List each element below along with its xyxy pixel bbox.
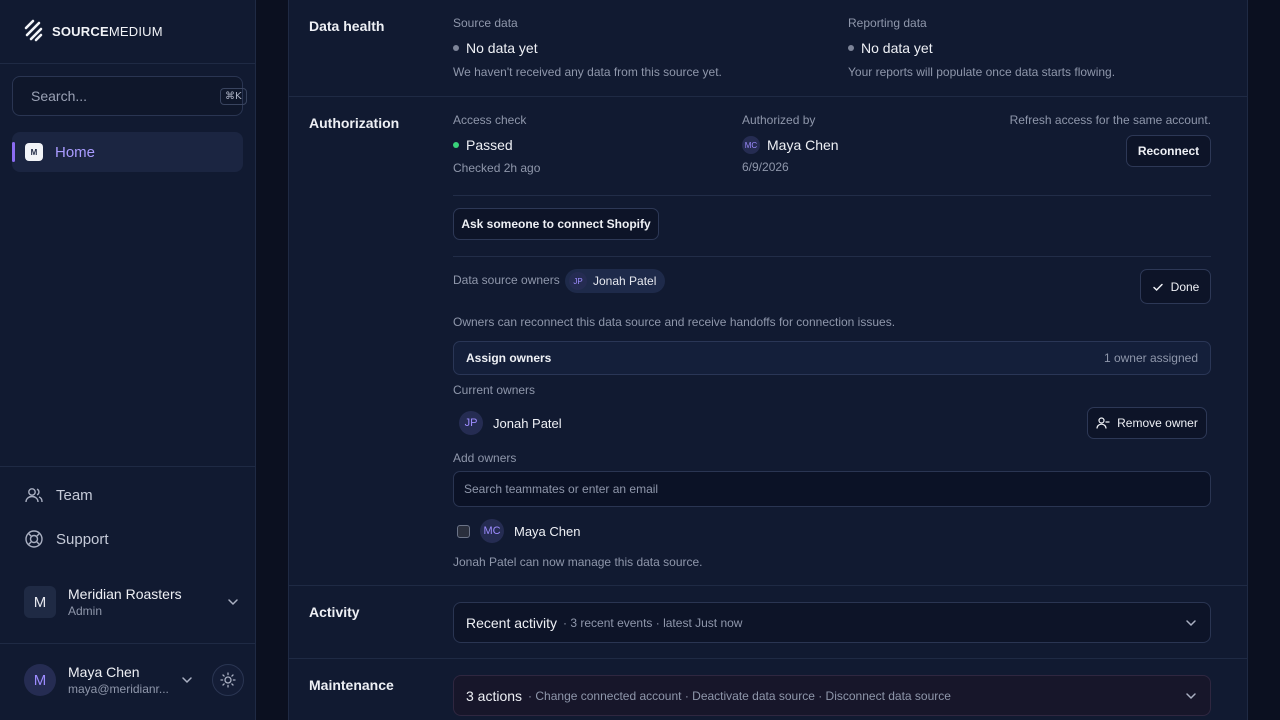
user-minus-icon: [1096, 417, 1110, 429]
user-name: Maya Chen: [68, 664, 140, 680]
sidebar-item-label: Team: [56, 486, 93, 504]
owner-chip[interactable]: JP Jonah Patel: [565, 269, 666, 293]
done-button[interactable]: Done: [1140, 269, 1211, 304]
section-divider: [288, 585, 1248, 586]
chevron-down-icon: [1186, 619, 1196, 626]
owners-label: Data source owners: [453, 273, 560, 287]
avatar: M: [24, 664, 56, 696]
sidebar-divider: [0, 466, 256, 467]
status-dot: [848, 45, 854, 51]
authorized-by-label: Authorized by: [742, 113, 816, 127]
org-role: Admin: [68, 604, 103, 618]
maintenance-actions-title: 3 actions: [466, 687, 523, 704]
access-check-note: Checked 2h ago: [453, 161, 541, 175]
add-owners-label: Add owners: [453, 451, 517, 465]
avatar: MC: [742, 136, 760, 154]
avatar: MC: [480, 519, 504, 543]
authorized-by-user: MC Maya Chen: [742, 136, 839, 154]
search-box[interactable]: ⌘K: [12, 76, 247, 116]
divider: [453, 256, 1211, 257]
sidebar-item-home[interactable]: M Home: [12, 132, 243, 172]
user-menu[interactable]: M Maya Chen maya@meridianr...: [24, 664, 244, 696]
brand-logo[interactable]: SOURCEMEDIUM: [24, 19, 163, 43]
sun-icon: [220, 672, 236, 688]
owner-chip-name: Jonah Patel: [593, 274, 657, 288]
sidebar-item-support[interactable]: Support: [24, 529, 109, 549]
source-data-label: Source data: [453, 16, 518, 30]
search-input[interactable]: [31, 88, 212, 104]
chevron-down-icon: [228, 599, 238, 606]
reconnect-button[interactable]: Reconnect: [1126, 135, 1211, 167]
reporting-data-status: No data yet: [848, 40, 933, 56]
support-icon: [25, 530, 43, 548]
maintenance-actions-summary: · Change connected account · Deactivate …: [528, 688, 951, 703]
sidebar: SOURCEMEDIUM ⌘K M Home Team Support M Me…: [0, 0, 256, 720]
section-title-maintenance: Maintenance: [309, 677, 394, 693]
section-divider: [288, 658, 1248, 659]
section-divider: [288, 96, 1248, 97]
candidate-row[interactable]: MC Maya Chen: [480, 519, 580, 543]
user-email: maya@meridianr...: [68, 682, 168, 696]
source-data-note: We haven't received any data from this s…: [453, 65, 722, 79]
current-owners-label: Current owners: [453, 383, 536, 397]
sidebar-divider: [0, 63, 256, 64]
brand-name: SOURCEMEDIUM: [52, 23, 163, 39]
ask-connect-button[interactable]: Ask someone to connect Shopify: [453, 208, 659, 240]
recent-activity-summary: · 3 recent events · latest Just now: [563, 615, 743, 630]
section-title-activity: Activity: [309, 604, 360, 620]
add-owner-search-input[interactable]: [453, 471, 1211, 507]
section-title-authorization: Authorization: [309, 115, 400, 131]
owner-count: 1 owner assigned: [1103, 351, 1198, 365]
status-message: Jonah Patel can now manage this data sou…: [453, 555, 703, 569]
org-name: Meridian Roasters: [68, 586, 182, 602]
assign-owners-panel-header[interactable]: Assign owners 1 owner assigned: [453, 341, 1211, 375]
org-switcher[interactable]: M Meridian Roasters Admin: [24, 586, 240, 618]
search-shortcut: ⌘K: [220, 87, 247, 105]
chevron-down-icon: [1186, 692, 1196, 699]
avatar: JP: [569, 272, 587, 290]
theme-toggle-button[interactable]: [212, 664, 244, 696]
candidate-checkbox[interactable]: [457, 525, 470, 538]
reporting-data-note: Your reports will populate once data sta…: [848, 65, 1116, 79]
remove-owner-button[interactable]: Remove owner: [1087, 407, 1207, 439]
status-dot: [453, 45, 459, 51]
source-data-status: No data yet: [453, 40, 538, 56]
divider: [453, 195, 1211, 196]
org-avatar: M: [24, 586, 56, 618]
owners-help-text: Owners can reconnect this data source an…: [453, 315, 896, 329]
section-title-data-health: Data health: [309, 18, 385, 34]
sidebar-item-team[interactable]: Team: [24, 485, 93, 505]
recent-activity-toggle[interactable]: Recent activity · 3 recent events · late…: [453, 602, 1211, 643]
current-owner-row: JP Jonah Patel: [459, 411, 562, 435]
access-check-label: Access check: [453, 113, 527, 127]
access-check-status: Passed: [453, 137, 513, 153]
sidebar-item-label: Support: [56, 530, 109, 548]
authorized-date: 6/9/2026: [742, 160, 789, 174]
status-dot: [453, 142, 459, 148]
team-icon: [25, 488, 43, 503]
recent-activity-title: Recent activity: [466, 614, 558, 631]
home-icon: M: [25, 143, 43, 161]
avatar: JP: [459, 411, 483, 435]
check-icon: [1152, 283, 1163, 291]
sidebar-item-label: Home: [55, 143, 96, 161]
chevron-down-icon: [182, 677, 192, 684]
logo-icon: [24, 19, 43, 42]
assign-owners-title: Assign owners: [466, 351, 552, 365]
maintenance-actions-toggle[interactable]: 3 actions · Change connected account · D…: [453, 675, 1211, 716]
refresh-note: Refresh access for the same account.: [1009, 113, 1211, 127]
reporting-data-label: Reporting data: [848, 16, 927, 30]
sidebar-divider: [0, 643, 256, 644]
